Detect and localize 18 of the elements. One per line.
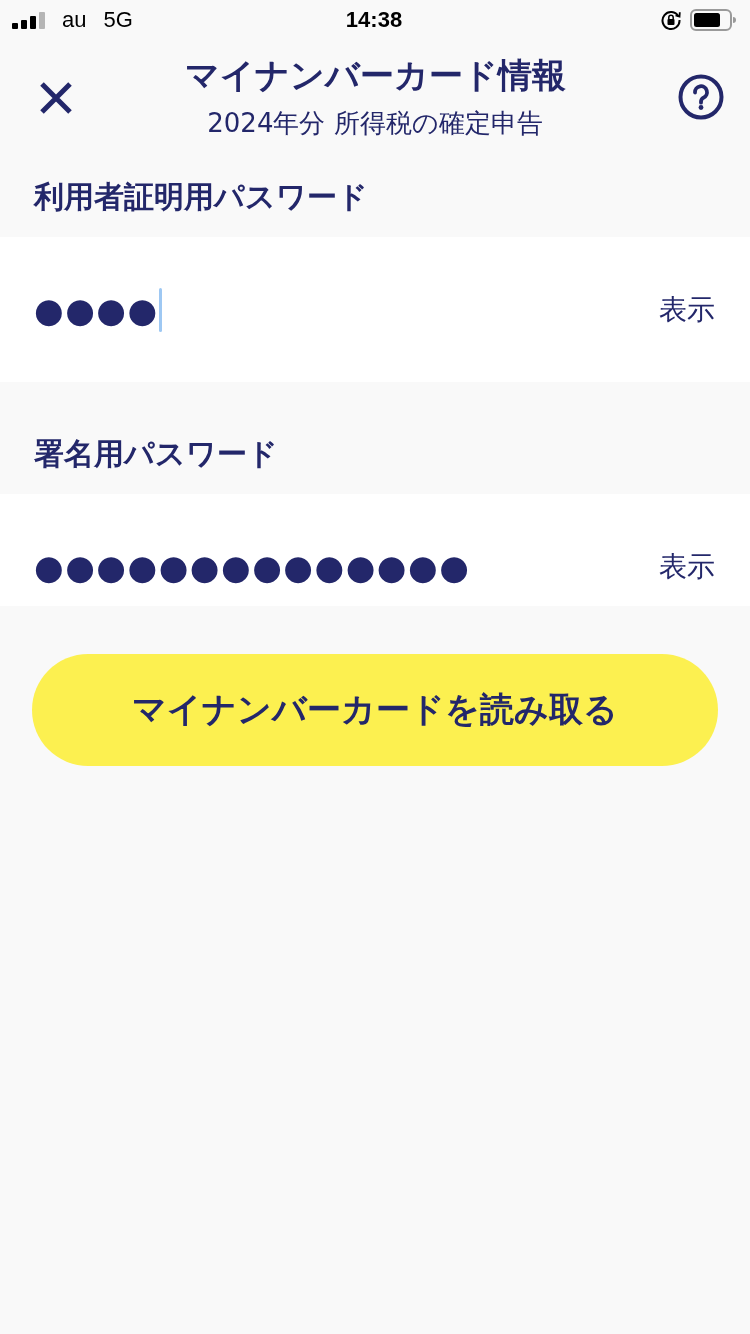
password-field[interactable]: ●●●● 表示: [0, 237, 750, 382]
field-label: 利用者証明用パスワード: [32, 178, 369, 216]
screen-title: マイナンバーカード情報: [184, 54, 566, 97]
clock-time: 14:38: [345, 7, 403, 33]
password-field[interactable]: ●●●●●●●●●●●●●● 表示: [0, 494, 750, 606]
read-card-button[interactable]: マイナンバーカードを読み取る: [32, 654, 718, 766]
battery-icon: [690, 9, 736, 31]
orientation-lock-icon: [660, 9, 682, 31]
field-label: 署名用パスワード: [33, 435, 279, 473]
network-type: 5G: [103, 7, 133, 33]
show-password-button[interactable]: 表示: [659, 290, 715, 330]
carrier-name: au: [62, 7, 87, 33]
show-password-button[interactable]: 表示: [659, 547, 715, 587]
signal-icon: [12, 11, 46, 29]
help-icon[interactable]: [678, 74, 724, 120]
screen-subtitle: 2024年分 所得税の確定申告: [207, 107, 543, 140]
text-cursor-icon: [158, 288, 162, 332]
close-icon[interactable]: [38, 80, 74, 116]
